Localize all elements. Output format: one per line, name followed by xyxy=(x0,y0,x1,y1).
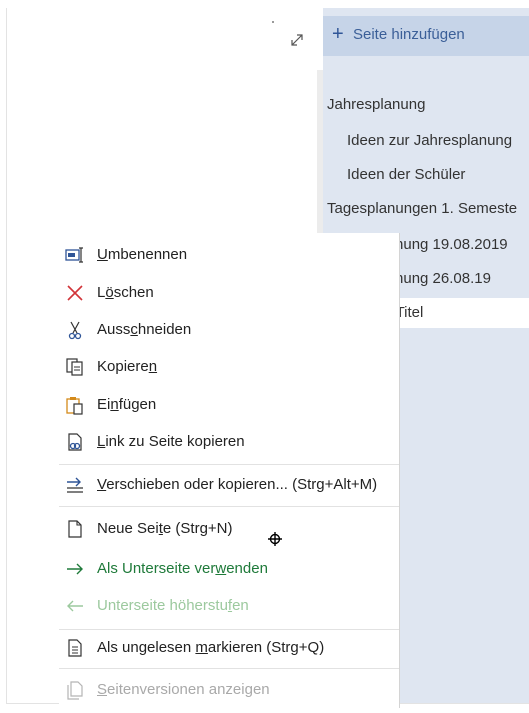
page-item-tagesplanungen[interactable]: Tagesplanungen 1. Semeste xyxy=(327,200,517,217)
menu-item-als-unterseite[interactable]: Als Unterseite verwenden xyxy=(59,551,399,587)
delete-x-icon xyxy=(67,285,83,301)
arrow-right-icon xyxy=(67,563,83,575)
move-copy-icon xyxy=(67,477,83,493)
copy-icon xyxy=(66,358,83,376)
page-versions-icon xyxy=(67,681,83,700)
add-page-button[interactable]: + Seite hinzufügen xyxy=(323,16,529,56)
menu-item-ausschneiden[interactable]: Ausschneiden xyxy=(59,312,399,348)
page-item-ideen-schueler[interactable]: Ideen der Schüler xyxy=(347,166,465,183)
rename-icon xyxy=(65,247,83,263)
page-item-ideen-jahresplanung[interactable]: Ideen zur Jahresplanung xyxy=(347,132,512,149)
new-page-icon xyxy=(68,520,82,538)
menu-item-einfuegen[interactable]: Einfügen xyxy=(59,387,399,423)
mark-unread-icon xyxy=(68,639,82,657)
menu-item-kopieren[interactable]: Kopieren xyxy=(59,349,399,385)
menu-item-link-zu-seite[interactable]: Link zu Seite kopieren xyxy=(59,424,399,460)
menu-separator xyxy=(59,506,399,507)
menu-item-umbenennen[interactable]: Umbenennen xyxy=(59,237,399,273)
menu-item-hoeherstufen[interactable]: Unterseite höherstufen xyxy=(59,588,399,624)
menu-item-verschieben-kopieren[interactable]: Verschieben oder kopieren... (Strg+Alt+M… xyxy=(59,467,399,503)
add-page-label: Seite hinzufügen xyxy=(353,26,465,43)
menu-item-als-ungelesen[interactable]: Als ungelesen markieren (Strg+Q) xyxy=(59,630,399,666)
divider-dot xyxy=(272,21,274,23)
plus-icon: + xyxy=(332,23,344,45)
menu-item-loeschen[interactable]: Löschen xyxy=(59,275,399,311)
menu-separator xyxy=(59,464,399,465)
link-page-icon xyxy=(68,433,82,451)
expand-icon[interactable] xyxy=(289,32,305,48)
frame-border xyxy=(6,8,7,703)
context-menu: Umbenennen Löschen Ausschneiden Kopieren xyxy=(59,233,400,708)
page-item-jahresplanung[interactable]: Jahresplanung xyxy=(327,96,425,113)
menu-item-seitenversionen[interactable]: Seitenversionen anzeigen xyxy=(59,672,399,708)
menu-item-neue-seite[interactable]: Neue Seite (Strg+N) xyxy=(59,511,399,547)
paste-icon xyxy=(66,397,83,415)
onenote-window: + Seite hinzufügen Jahresplanung Ideen z… xyxy=(0,0,529,713)
scissors-icon xyxy=(68,321,82,340)
move-cursor-icon xyxy=(268,532,282,546)
arrow-left-icon xyxy=(67,600,83,612)
menu-separator xyxy=(59,668,399,669)
